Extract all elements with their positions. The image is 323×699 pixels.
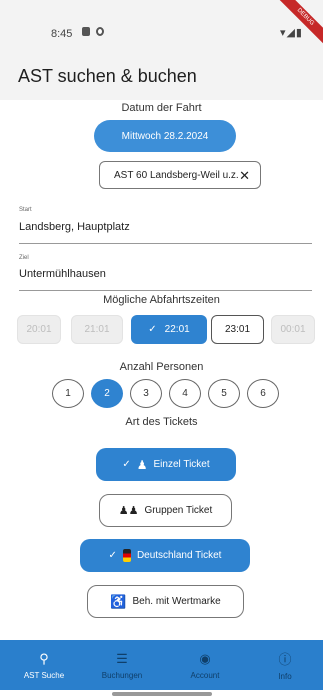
close-icon[interactable]: ✕ <box>239 168 250 184</box>
time-chip-label: 00:01 <box>280 324 306 335</box>
deutschland-ticket-button[interactable]: ✓ Deutschland Ticket <box>80 539 250 572</box>
person-count-label: 3 <box>143 388 149 399</box>
ziel-underline <box>19 290 312 291</box>
beh-wertmarke-label: Beh. mit Wertmarke <box>132 596 221 607</box>
list-icon: ☰ <box>116 650 128 666</box>
nav-label: Buchungen <box>101 670 143 680</box>
nav-ast-suche[interactable]: ⚲ AST Suche <box>4 640 84 690</box>
person-count-4[interactable]: 4 <box>169 379 201 408</box>
debug-banner: DEBUG <box>272 0 323 50</box>
route-chip-label: AST 60 Landsberg-Weil u.z. <box>114 169 239 181</box>
date-label: Datum der Fahrt <box>121 102 202 114</box>
time-chip-2001[interactable]: 20:01 <box>17 315 61 344</box>
person-count-label: 4 <box>182 388 188 399</box>
status-time: 8:45 <box>51 28 73 40</box>
check-icon: ✓ <box>108 550 117 561</box>
start-underline <box>19 243 312 244</box>
nav-info[interactable]: ⓘ Info <box>245 640 323 690</box>
nav-label: Account <box>190 670 220 680</box>
germany-flag-icon <box>122 549 131 562</box>
app-bar: AST suchen & buchen <box>0 60 323 100</box>
person-count-1[interactable]: 1 <box>52 379 84 408</box>
time-chip-2201[interactable]: ✓ 22:01 <box>131 315 207 344</box>
person-count-5[interactable]: 5 <box>208 379 240 408</box>
sync-icon <box>96 27 104 36</box>
date-value: Mittwoch 28.2.2024 <box>121 130 209 142</box>
deutschland-ticket-label: Deutschland Ticket <box>136 550 222 561</box>
ticket-type-label: Art des Tickets <box>125 416 198 428</box>
person-icon: ♟ <box>136 457 148 472</box>
person-count-label: 6 <box>260 388 266 399</box>
person-count-6[interactable]: 6 <box>247 379 279 408</box>
gruppen-ticket-button[interactable]: ♟♟ Gruppen Ticket <box>99 494 232 527</box>
search-icon: ⚲ <box>39 650 49 666</box>
route-chip[interactable]: AST 60 Landsberg-Weil u.z. ✕ <box>99 161 261 189</box>
start-caption: Start <box>19 207 32 213</box>
page-title: AST suchen & buchen <box>18 66 197 86</box>
person-count-3[interactable]: 3 <box>130 379 162 408</box>
check-icon: ✓ <box>148 324 157 335</box>
persons-label: Anzahl Personen <box>119 361 204 373</box>
ziel-field[interactable]: Untermühlhausen <box>19 268 106 280</box>
nav-label: Info <box>278 672 292 681</box>
time-chip-label: 20:01 <box>26 324 52 335</box>
bottom-navigation: ⚲ AST Suche ☰ Buchungen ◉ Account ⓘ Info <box>0 640 323 690</box>
person-count-label: 5 <box>221 388 227 399</box>
ziel-caption: Ziel <box>19 255 29 261</box>
status-bar: 8:45 ▾◢▮ DEBUG <box>0 0 323 60</box>
nav-label: AST Suche <box>23 670 65 680</box>
nav-buchungen[interactable]: ☰ Buchungen <box>82 640 162 690</box>
person-count-label: 2 <box>104 388 110 399</box>
einzel-ticket-button[interactable]: ✓ ♟ Einzel Ticket <box>96 448 236 481</box>
home-indicator <box>112 692 212 696</box>
notification-icon <box>82 27 90 36</box>
einzel-ticket-label: Einzel Ticket <box>153 459 210 470</box>
start-field[interactable]: Landsberg, Hauptplatz <box>19 221 130 233</box>
account-icon: ◉ <box>199 650 211 666</box>
info-icon: ⓘ <box>278 652 292 667</box>
check-icon: ✓ <box>122 459 131 470</box>
time-chip-label: 21:01 <box>84 324 110 335</box>
gruppen-ticket-label: Gruppen Ticket <box>144 505 213 516</box>
signal-battery-icon: ▾◢▮ <box>279 27 303 39</box>
wheelchair-icon: ♿ <box>110 593 127 609</box>
time-chip-0001[interactable]: 00:01 <box>271 315 315 344</box>
beh-wertmarke-button[interactable]: ♿ Beh. mit Wertmarke <box>87 585 244 618</box>
person-count-2[interactable]: 2 <box>91 379 123 408</box>
time-chip-label: 22:01 <box>164 324 190 335</box>
time-chip-label: 23:01 <box>224 324 251 335</box>
departures-label: Mögliche Abfahrtszeiten <box>103 294 220 306</box>
time-chip-2301[interactable]: 23:01 <box>211 315 264 344</box>
time-chip-2101[interactable]: 21:01 <box>71 315 123 344</box>
nav-account[interactable]: ◉ Account <box>165 640 245 690</box>
date-picker-button[interactable]: Mittwoch 28.2.2024 <box>94 120 236 152</box>
person-count-label: 1 <box>65 388 71 399</box>
group-icon: ♟♟ <box>118 505 139 517</box>
